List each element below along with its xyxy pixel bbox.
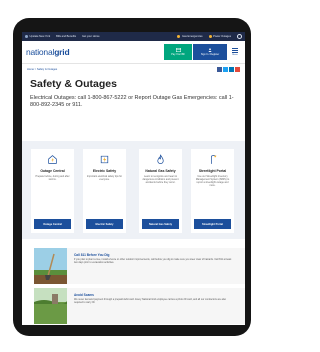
streetlight-icon xyxy=(207,154,218,165)
lightning-icon xyxy=(99,154,110,165)
digging-photo xyxy=(34,248,67,284)
location-pin-icon xyxy=(25,35,28,38)
utility-bar: Upstate New York Bills and Benefits Get … xyxy=(22,32,245,41)
bills-link[interactable]: Bills and Benefits xyxy=(56,35,76,38)
safety-cards-section: Outage Central Prepare before, during an… xyxy=(22,141,245,239)
home-link[interactable]: Get your Home xyxy=(82,35,100,38)
gas-emergencies-link[interactable]: Gas Emergencies xyxy=(177,35,203,38)
card-streetlight-portal: Streetlight Portal Use our Streetlight I… xyxy=(191,149,234,233)
home-label: Get your Home xyxy=(82,35,100,38)
field-illustration xyxy=(34,288,67,324)
sign-in-label: Sign In / Register xyxy=(200,53,220,56)
linkedin-icon[interactable] xyxy=(229,67,234,72)
pay-bill-label: Pay Your Bill xyxy=(171,53,185,56)
breadcrumb[interactable]: Home > Safety & Outages xyxy=(27,68,57,71)
power-outages-label: Power Outages xyxy=(213,35,231,38)
card-natural-gas-safety: Natural Gas Safety Learn to recognize an… xyxy=(139,149,182,233)
card-title: Electric Safety xyxy=(92,169,117,173)
brand-header: nationalgrid Pay Your Bill Sign In / Reg… xyxy=(22,41,245,64)
sign-in-button[interactable]: Sign In / Register xyxy=(193,44,227,60)
outage-central-button[interactable]: Outage Central xyxy=(34,219,71,229)
location-selector[interactable]: Upstate New York xyxy=(25,35,50,38)
promo-title[interactable]: Avoid Scams xyxy=(74,293,94,297)
scam-photo xyxy=(34,288,67,324)
hamburger-icon xyxy=(232,48,238,49)
card-electric-safety: Electric Safety Important electrical saf… xyxy=(83,149,126,233)
card-description: Prepare before, during and after storms. xyxy=(35,175,70,181)
promo-title[interactable]: Call 811 Before You Dig xyxy=(74,253,110,257)
bills-label: Bills and Benefits xyxy=(56,35,77,38)
card-description: Important electrical safety tips for eve… xyxy=(86,175,123,181)
card-description: Learn to recognize and react to dangerou… xyxy=(142,175,179,184)
flame-icon xyxy=(155,154,166,165)
card-title: Outage Central xyxy=(40,169,65,173)
bolt-icon xyxy=(208,35,212,38)
alert-icon xyxy=(177,35,181,38)
streetlight-portal-button[interactable]: Streetlight Portal xyxy=(194,219,231,229)
promo-text: If you plan to plant a tree, install a f… xyxy=(74,258,232,265)
digging-illustration xyxy=(34,248,67,284)
twitter-icon[interactable] xyxy=(223,67,228,72)
national-grid-logo[interactable]: nationalgrid xyxy=(26,47,70,57)
email-icon[interactable] xyxy=(235,67,240,72)
card-description: Use our Streetlight Inventory Management… xyxy=(195,175,230,187)
card-outage-central: Outage Central Prepare before, during an… xyxy=(31,149,74,233)
logo-text-regular: national xyxy=(26,47,55,57)
card-icon xyxy=(175,48,181,52)
electric-safety-button[interactable]: Electric Safety xyxy=(86,219,123,229)
share-buttons xyxy=(217,67,240,72)
location-label: Upstate New York xyxy=(29,35,51,38)
menu-button[interactable]: Menu xyxy=(229,44,241,60)
user-icon xyxy=(208,48,212,52)
page-title: Safety & Outages xyxy=(30,78,117,90)
pay-bill-button[interactable]: Pay Your Bill xyxy=(164,44,192,60)
promo-text: We never demand payment through a prepai… xyxy=(74,298,226,305)
emergency-alert-text: Electrical Outages: call 1-800-867-5222 … xyxy=(30,95,234,108)
card-title: Natural Gas Safety xyxy=(145,169,176,173)
hamburger-bar xyxy=(232,50,238,51)
menu-label: Menu xyxy=(232,54,238,56)
power-outages-link[interactable]: Power Outages xyxy=(208,35,231,38)
logo-text-bold: grid xyxy=(54,47,70,57)
browser-screen: Upstate New York Bills and Benefits Get … xyxy=(22,32,245,325)
gas-emergencies-label: Gas Emergencies xyxy=(181,35,203,38)
promo-call-811: Call 811 Before You Dig If you plan to p… xyxy=(34,248,245,284)
facebook-icon[interactable] xyxy=(217,67,222,72)
natural-gas-safety-button[interactable]: Natural Gas Safety xyxy=(142,219,179,229)
breadcrumb-row: Home > Safety & Outages xyxy=(22,64,245,75)
house-lightning-icon xyxy=(47,154,58,165)
card-title: Streetlight Portal xyxy=(198,169,227,173)
search-icon[interactable] xyxy=(237,34,242,39)
hamburger-bar xyxy=(232,52,238,53)
promo-avoid-scams: Avoid Scams We never demand payment thro… xyxy=(34,288,245,324)
